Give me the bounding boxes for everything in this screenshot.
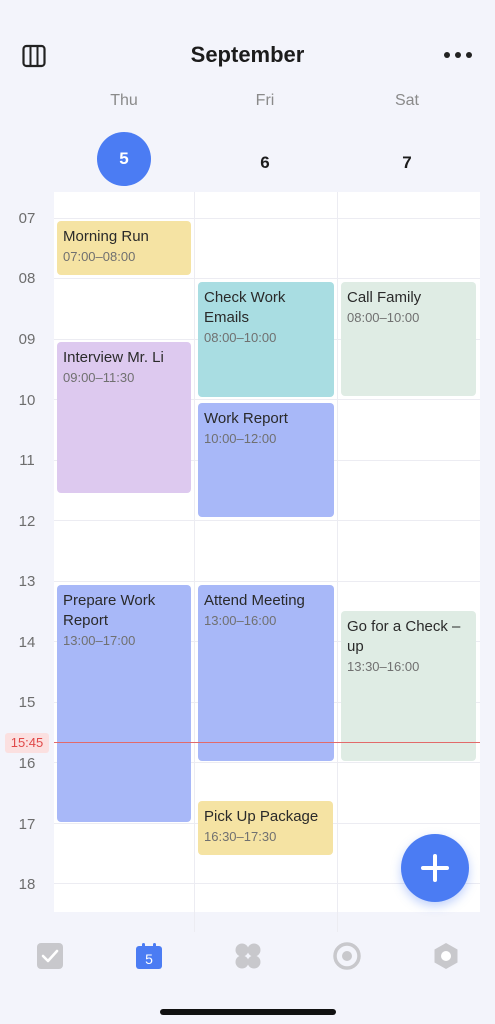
day-column-sat[interactable]: Sat 7: [337, 90, 477, 190]
event-title: Call Family: [347, 289, 422, 306]
hour-label: 15: [18, 694, 36, 711]
event-card[interactable]: Work Report 10:00–12:00: [198, 403, 334, 517]
day-divider: [337, 192, 338, 932]
event-time: 10:00–12:00: [204, 431, 277, 446]
day-name: Sat: [394, 92, 419, 109]
calendar-day-label: 5: [145, 951, 153, 967]
event-card[interactable]: Interview Mr. Li 09:00–11:30: [57, 342, 191, 493]
tab-apps[interactable]: [234, 942, 262, 970]
hour-line: [54, 218, 480, 219]
event-title: Check Work Emails: [204, 289, 286, 326]
tab-settings[interactable]: [432, 942, 460, 970]
hour-label: 09: [18, 331, 36, 348]
hexagon-settings-icon: [434, 943, 458, 969]
event-card[interactable]: Attend Meeting 13:00–16:00: [198, 585, 334, 761]
event-card[interactable]: Check Work Emails 08:00–10:00: [198, 282, 334, 397]
bottom-tab-bar: 5: [0, 930, 495, 986]
target-icon: [333, 942, 361, 970]
event-card[interactable]: Pick Up Package 16:30–17:30: [198, 801, 333, 855]
event-card[interactable]: Call Family 08:00–10:00: [341, 282, 476, 396]
event-time: 13:30–16:00: [347, 659, 420, 674]
tab-focus[interactable]: [333, 942, 361, 970]
day-column-fri[interactable]: Fri 6: [195, 90, 335, 190]
time-grid[interactable]: 07 08 09 10 11 12 13 14 15 16 17 18 Morn…: [0, 192, 495, 932]
hour-label: 18: [18, 876, 36, 893]
event-title: Interview Mr. Li: [63, 349, 164, 366]
hour-line: [54, 278, 480, 279]
hour-label: 13: [18, 573, 36, 590]
hour-label: 16: [18, 755, 36, 772]
event-time: 08:00–10:00: [347, 310, 420, 325]
current-time-line: [54, 742, 480, 743]
event-time: 16:30–17:30: [204, 829, 277, 844]
home-indicator: [160, 1009, 336, 1015]
event-time: 13:00–16:00: [204, 613, 277, 628]
hour-label: 10: [18, 392, 36, 409]
hour-label: 07: [18, 210, 36, 227]
hour-line: [54, 581, 480, 582]
event-time: 09:00–11:30: [63, 370, 135, 385]
event-card[interactable]: Go for a Check –up 13:30–16:00: [341, 611, 476, 761]
event-title: Attend Meeting: [204, 592, 305, 609]
hour-label: 11: [19, 452, 35, 469]
event-title: Prepare Work Report: [63, 592, 156, 629]
event-title: Morning Run: [63, 228, 149, 245]
event-title: Pick Up Package: [204, 808, 319, 825]
add-event-button[interactable]: [401, 834, 469, 902]
event-title: Go for a Check –up: [347, 618, 461, 655]
calendar-header: September Thu 5 Fri 6 Sat 7: [0, 0, 495, 192]
current-time-label: 15:45: [5, 733, 49, 753]
month-title[interactable]: September: [0, 42, 495, 68]
day-divider: [194, 192, 195, 932]
event-time: 08:00–10:00: [204, 330, 277, 345]
tab-tasks[interactable]: [36, 942, 64, 970]
day-number-today[interactable]: 5: [97, 132, 151, 186]
tab-calendar[interactable]: 5: [135, 942, 163, 970]
day-name: Fri: [255, 92, 275, 109]
hour-label: 14: [18, 634, 36, 651]
day-number[interactable]: 7: [380, 136, 434, 190]
hour-label: 08: [18, 270, 36, 287]
event-card[interactable]: Morning Run 07:00–08:00: [57, 221, 191, 275]
event-card[interactable]: Prepare Work Report 13:00–17:00: [57, 585, 191, 822]
event-time: 07:00–08:00: [63, 249, 136, 264]
hour-line: [54, 520, 480, 521]
event-time: 13:00–17:00: [63, 633, 136, 648]
day-column-thu[interactable]: Thu 5: [54, 90, 194, 186]
day-number[interactable]: 6: [238, 136, 292, 190]
hour-label: 12: [18, 513, 36, 530]
hour-label: 17: [18, 816, 36, 833]
clover-icon: [235, 943, 261, 969]
checkbox-icon: [37, 943, 63, 969]
more-options-icon[interactable]: [443, 47, 473, 63]
day-name: Thu: [110, 92, 138, 109]
event-title: Work Report: [204, 410, 288, 427]
plus-icon-vertical: [433, 854, 437, 882]
